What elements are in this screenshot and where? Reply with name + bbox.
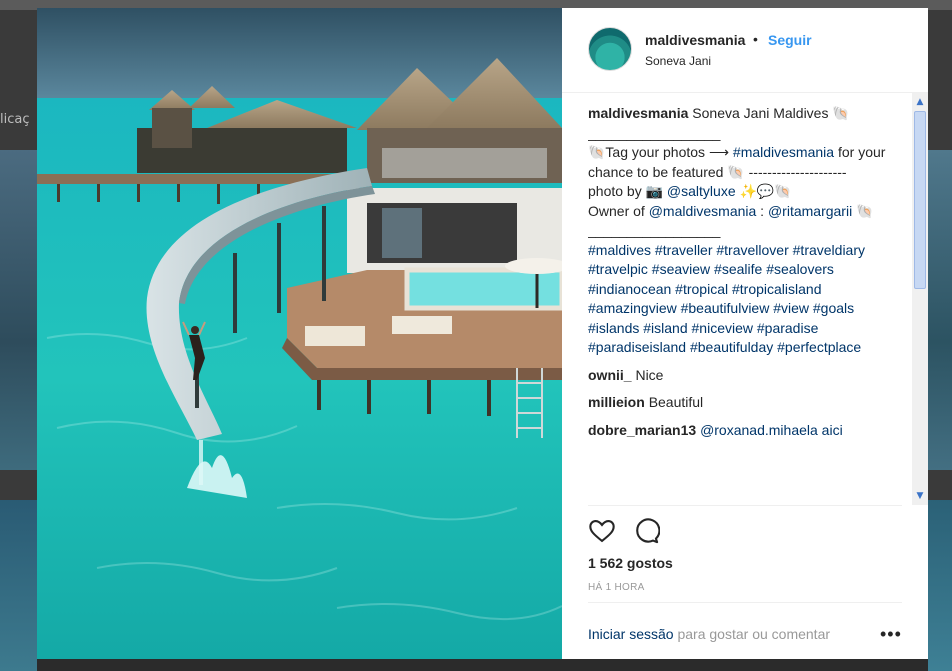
comment-item: millieion Beautiful <box>588 393 906 413</box>
comment-text: Nice <box>635 366 664 383</box>
background-thumbnail <box>928 150 952 470</box>
comment-username[interactable]: millieion <box>588 394 645 410</box>
mention-link[interactable]: @saltyluxe <box>667 183 736 199</box>
scroll-up-arrow-icon[interactable]: ▲ <box>913 95 927 109</box>
mention-link[interactable]: @maldivesmania <box>649 203 757 219</box>
background-footer <box>37 659 928 671</box>
owner-suffix: 🐚 <box>852 202 874 219</box>
caption-rule: _________________ <box>588 222 721 238</box>
comment-text: @roxanad.mihaela aici <box>700 421 843 438</box>
follow-button[interactable]: Seguir <box>768 32 812 48</box>
post-side-panel: maldivesmania • Seguir Soneva Jani maldi… <box>562 8 928 659</box>
comments-scrollbar[interactable]: ▲ ▼ <box>912 93 928 505</box>
hashtag-link[interactable]: #maldivesmania <box>733 144 834 160</box>
mention-link[interactable]: @ritamargarii <box>768 203 852 219</box>
post-modal: maldivesmania • Seguir Soneva Jani maldi… <box>37 8 928 659</box>
more-options-icon[interactable]: ••• <box>880 624 902 645</box>
caption-hashtags[interactable]: #maldives #traveller #travellover #trave… <box>588 241 906 358</box>
caption: maldivesmania Soneva Jani Maldives 🐚 ___… <box>588 104 906 358</box>
scrollbar-thumb[interactable] <box>914 111 926 289</box>
comments-list[interactable]: maldivesmania Soneva Jani Maldives 🐚 ___… <box>588 104 906 506</box>
photo-credit-suffix: ✨💬🐚 <box>735 183 792 199</box>
caption-username[interactable]: maldivesmania <box>588 105 688 121</box>
background-thumbnail <box>0 150 37 470</box>
photo-credit-prefix: photo by 📷 <box>588 183 667 199</box>
avatar[interactable] <box>588 27 632 71</box>
divider <box>588 505 902 506</box>
comment-item: ownii_ Nice <box>588 366 906 386</box>
login-link[interactable]: Iniciar sessão <box>588 626 674 642</box>
post-header: maldivesmania • Seguir Soneva Jani <box>562 8 928 93</box>
owner-separator: : <box>756 202 768 219</box>
divider <box>588 602 902 603</box>
owner-prefix: Owner of <box>588 202 649 219</box>
separator-dot: • <box>753 31 758 47</box>
heart-icon[interactable] <box>588 517 616 545</box>
comment-item: dobre_marian13 @roxanad.mihaela aici <box>588 421 906 441</box>
likes-count[interactable]: 1 562 gostos <box>588 555 673 571</box>
post-timestamp: HÁ 1 HORA <box>588 582 645 593</box>
post-username[interactable]: maldivesmania <box>645 32 745 48</box>
login-prompt: Iniciar sessão para gostar ou comentar <box>588 626 830 642</box>
caption-tag-prefix: 🐚Tag your photos ⟶ <box>588 144 733 160</box>
login-prompt-text: para gostar ou comentar <box>673 626 831 642</box>
caption-rule: _________________ <box>588 124 721 141</box>
caption-title: Soneva Jani Maldives 🐚 <box>692 105 850 121</box>
post-location[interactable]: Soneva Jani <box>645 54 711 68</box>
comment-username[interactable]: dobre_marian13 <box>588 422 696 438</box>
comment-username[interactable]: ownii_ <box>588 367 632 383</box>
comment-icon[interactable] <box>632 517 661 545</box>
comment-text: Beautiful <box>648 394 704 410</box>
background-thumbnail <box>0 500 37 671</box>
post-photo[interactable] <box>37 8 562 659</box>
background-label: licaç <box>0 112 30 127</box>
background-thumbnail <box>928 500 952 671</box>
scroll-down-arrow-icon[interactable]: ▼ <box>913 489 927 503</box>
